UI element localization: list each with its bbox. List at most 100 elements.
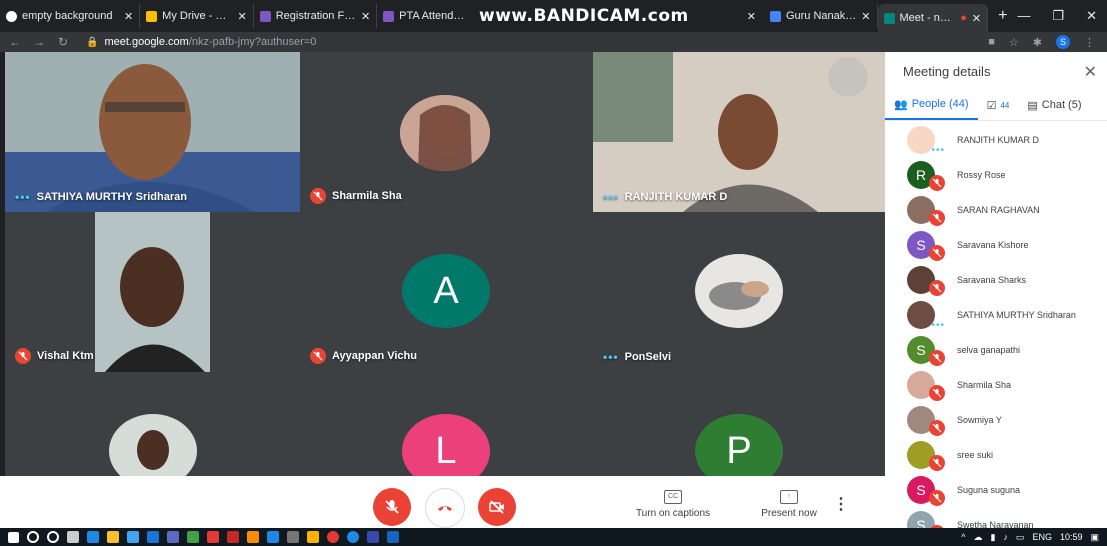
participant-tile[interactable]: ••• PonSelvi: [593, 212, 885, 372]
forward-icon[interactable]: →: [30, 35, 48, 49]
search-icon[interactable]: [27, 531, 39, 543]
participant-avatar: •••: [907, 125, 944, 156]
task-view-icon[interactable]: [67, 531, 79, 543]
app-icon[interactable]: [307, 531, 319, 543]
notification-icon[interactable]: ▣: [1090, 532, 1099, 543]
camera-toggle-button[interactable]: [478, 488, 516, 526]
edge-icon[interactable]: [87, 531, 99, 543]
participant-row[interactable]: Sowmiya Y: [885, 402, 1107, 437]
browser-tab[interactable]: PTA Attendance F: [377, 4, 471, 28]
extensions-icon[interactable]: ✱: [1033, 36, 1042, 49]
reload-icon[interactable]: ↻: [54, 35, 72, 49]
close-tab-icon[interactable]: ✕: [972, 12, 981, 25]
speaking-indicator-icon: •••: [15, 190, 31, 204]
tab-title: My Drive - Google: [162, 10, 232, 22]
tab-checklist[interactable]: ☑ 44: [978, 90, 1019, 120]
participant-tile[interactable]: ••• RANJITH KUMAR D: [593, 52, 885, 212]
windows-taskbar: ^ ☁ ▮ ♪ ▭ ENG 10:59 ▣: [0, 528, 1107, 546]
close-panel-icon[interactable]: ✕: [1084, 62, 1097, 82]
menu-icon[interactable]: ⋮: [1084, 36, 1095, 49]
mail-icon[interactable]: [147, 531, 159, 543]
cortana-icon[interactable]: [47, 531, 59, 543]
browser-tab[interactable]: Registration Form ✕: [254, 4, 378, 28]
windows-start-icon[interactable]: [8, 531, 19, 543]
forms-favicon-icon: [259, 10, 271, 22]
participant-tile[interactable]: P: [593, 372, 885, 476]
close-tab-icon[interactable]: ✕: [124, 10, 133, 23]
participant-tile[interactable]: [5, 372, 300, 476]
browser-tab[interactable]: My Drive - Google ✕: [140, 4, 254, 28]
tab-title: PTA Attendance F: [399, 10, 465, 22]
app-icon[interactable]: [367, 531, 379, 543]
participant-tile[interactable]: L: [300, 372, 595, 476]
clock[interactable]: 10:59: [1060, 532, 1083, 542]
close-tab-icon[interactable]: ✕: [238, 10, 247, 23]
participant-name: Ayyappan Vichu: [332, 350, 417, 362]
participant-row[interactable]: S Saravana Kishore: [885, 227, 1107, 262]
participant-tile[interactable]: A Ayyappan Vichu: [300, 212, 595, 372]
participant-name: PonSelvi: [624, 351, 672, 363]
speaking-indicator-icon: •••: [931, 319, 945, 331]
keyboard-icon[interactable]: ▭: [1016, 532, 1025, 543]
captions-button[interactable]: CC Turn on captions: [628, 490, 718, 519]
participant-tile[interactable]: ••• SATHIYA MURTHY Sridharan: [5, 52, 300, 212]
minimize-icon[interactable]: —: [1017, 8, 1030, 24]
participant-tile[interactable]: Sharmila Sha: [300, 52, 595, 212]
app-icon[interactable]: [247, 531, 259, 543]
participant-name: Sharmila Sha: [957, 379, 1012, 390]
close-tab-icon[interactable]: ✕: [747, 10, 756, 23]
app-icon[interactable]: [347, 531, 359, 543]
app-icon[interactable]: [267, 531, 279, 543]
participant-row[interactable]: ••• RANJITH KUMAR D: [885, 122, 1107, 157]
network-icon[interactable]: ▮: [990, 532, 995, 543]
participant-row[interactable]: SARAN RAGHAVAN: [885, 192, 1107, 227]
participant-row[interactable]: Saravana Sharks: [885, 262, 1107, 297]
mic-off-icon: [929, 419, 945, 436]
tab-people[interactable]: 👥 People (44): [885, 90, 978, 120]
close-window-icon[interactable]: ✕: [1086, 8, 1097, 24]
more-options-icon[interactable]: ⋮: [833, 494, 849, 514]
browser-tab[interactable]: Guru Nanak Colle ✕: [764, 4, 878, 28]
language-indicator[interactable]: ENG: [1032, 532, 1052, 542]
app-icon[interactable]: [287, 531, 299, 543]
chrome-icon[interactable]: [327, 531, 339, 543]
participant-tile[interactable]: Vishal Ktm: [5, 212, 300, 372]
captions-label: Turn on captions: [635, 508, 711, 519]
participant-row[interactable]: sree suki: [885, 437, 1107, 472]
restore-icon[interactable]: ❐: [1052, 8, 1064, 24]
app-icon[interactable]: [187, 531, 199, 543]
volume-icon[interactable]: ♪: [1003, 532, 1008, 542]
profile-avatar[interactable]: S: [1056, 35, 1070, 49]
browser-tab[interactable]: empty background ✕: [0, 4, 141, 28]
participant-row[interactable]: ••• SATHIYA MURTHY Sridharan: [885, 297, 1107, 332]
back-icon[interactable]: ←: [6, 35, 24, 49]
address-bar: ← → ↻ 🔒 meet.google.com/nkz-pafb-jmy?aut…: [0, 32, 1107, 52]
participant-row[interactable]: R Rossy Rose: [885, 157, 1107, 192]
store-icon[interactable]: [127, 531, 139, 543]
participant-row[interactable]: Sharmila Sha: [885, 367, 1107, 402]
leave-call-button[interactable]: [425, 488, 465, 528]
tab-chat[interactable]: ▤ Chat (5): [1018, 90, 1090, 120]
camera-icon[interactable]: ■: [988, 36, 995, 48]
close-tab-icon[interactable]: ✕: [861, 10, 870, 23]
participant-name: Vishal Ktm: [37, 350, 94, 362]
app-icon[interactable]: [207, 531, 219, 543]
app-icon[interactable]: [167, 531, 179, 543]
participant-row[interactable]: Sselva ganapathi: [885, 332, 1107, 367]
participant-row[interactable]: S Suguna suguna: [885, 472, 1107, 507]
mic-toggle-button[interactable]: [373, 488, 411, 526]
star-icon[interactable]: ☆: [1009, 36, 1019, 49]
participant-row[interactable]: S Swetha Narayanan: [885, 507, 1107, 528]
close-tab-icon[interactable]: ✕: [361, 10, 370, 23]
cloud-icon[interactable]: ☁: [973, 532, 982, 543]
participant-name: Suguna suguna: [957, 484, 1021, 495]
present-now-button[interactable]: ↑ Present now: [744, 490, 834, 519]
url-field[interactable]: 🔒 meet.google.com/nkz-pafb-jmy?authuser=…: [86, 36, 316, 48]
new-tab-button[interactable]: +: [988, 7, 1017, 25]
tray-expand-icon[interactable]: ^: [961, 532, 965, 542]
app-icon[interactable]: [387, 531, 399, 543]
app-icon[interactable]: [227, 531, 239, 543]
hang-up-icon: [438, 506, 452, 511]
file-explorer-icon[interactable]: [107, 531, 119, 543]
browser-tab-active[interactable]: Meet - nkz-pa ● ✕: [877, 4, 989, 32]
